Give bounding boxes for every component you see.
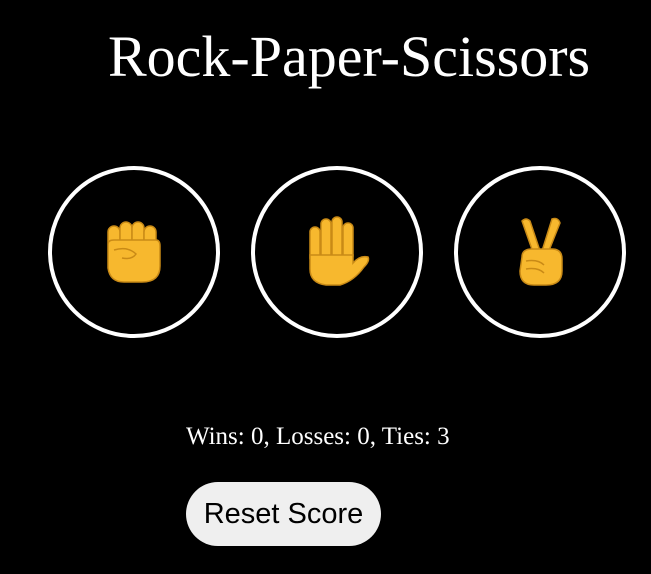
rock-button[interactable] [48,166,220,338]
page-title: Rock-Paper-Scissors [108,24,591,89]
scissors-button[interactable] [454,166,626,338]
victory-hand-icon [508,215,572,289]
raised-hand-icon [300,215,374,289]
raised-fist-icon [102,216,166,288]
game-page: Rock-Paper-Scissors Wins: 0, Losses: 0, … [0,0,651,574]
paper-button[interactable] [251,166,423,338]
score-text: Wins: 0, Losses: 0, Ties: 3 [186,423,450,450]
reset-score-button[interactable]: Reset Score [186,482,381,546]
